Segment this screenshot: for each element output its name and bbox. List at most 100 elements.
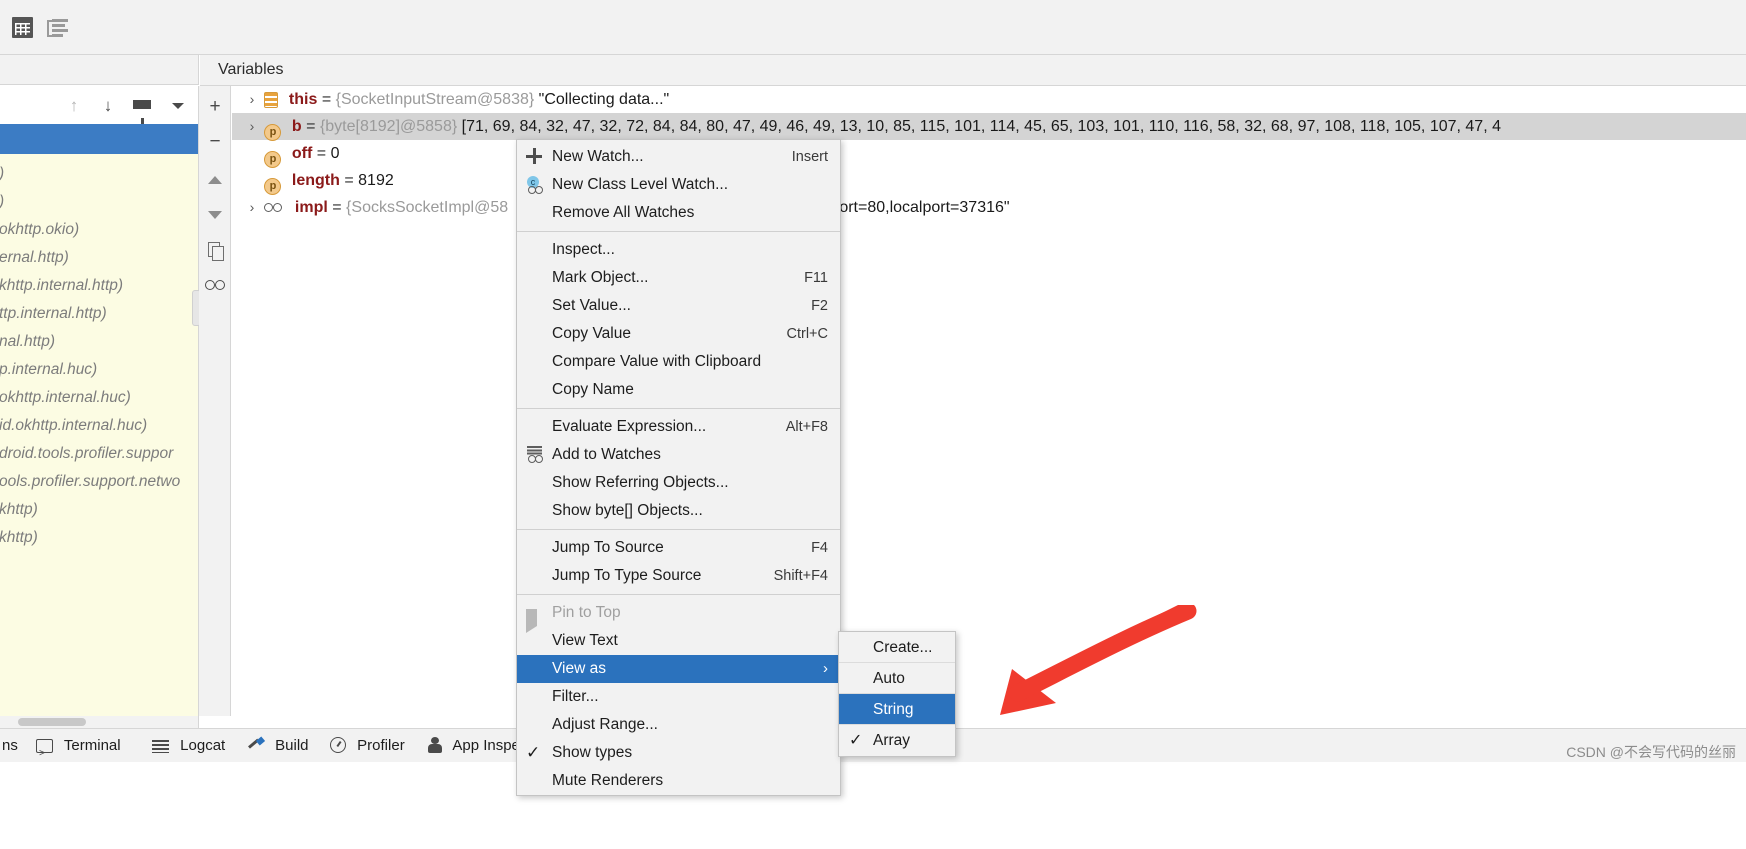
expand-chevron-icon[interactable]: › xyxy=(244,86,260,113)
menu-item-evaluate-expression[interactable]: Evaluate Expression... Alt+F8 xyxy=(517,413,840,441)
menu-item-set-value[interactable]: Set Value... F2 xyxy=(517,292,840,320)
menu-separator xyxy=(517,529,840,530)
list-item[interactable]: okhttp.okio) xyxy=(0,216,198,244)
move-watch-up-button[interactable] xyxy=(203,168,227,192)
table-row[interactable]: › p length = 8192 xyxy=(232,167,1746,195)
tab-terminal[interactable]: Terminal xyxy=(36,729,121,771)
menu-item-show-byte-objects[interactable]: Show byte[] Objects... xyxy=(517,497,840,525)
move-down-button[interactable]: ↓ xyxy=(96,94,120,118)
expand-chevron-icon[interactable]: › xyxy=(244,194,260,221)
move-watch-down-button[interactable] xyxy=(203,203,227,227)
grid-view-icon[interactable] xyxy=(12,17,34,39)
variable-name: b xyxy=(291,118,302,135)
watches-glasses-icon[interactable] xyxy=(203,273,227,297)
frames-selected-row[interactable] xyxy=(0,124,199,154)
view-as-submenu[interactable]: Create... Auto String ✓ Array xyxy=(838,631,956,757)
variable-equals: = xyxy=(316,145,331,162)
submenu-item-label: Create... xyxy=(873,639,933,656)
menu-item-view-text[interactable]: View Text xyxy=(517,627,840,655)
variables-tree[interactable]: › this = {SocketInputStream@5838} "Colle… xyxy=(232,86,1746,716)
submenu-item-string[interactable]: String xyxy=(839,694,955,725)
profiler-icon xyxy=(330,737,346,753)
variable-equals: = xyxy=(344,172,359,189)
frames-hscrollbar-thumb[interactable] xyxy=(18,718,86,726)
tab-logcat[interactable]: Logcat xyxy=(152,729,225,763)
menu-item-adjust-range[interactable]: Adjust Range... xyxy=(517,711,840,739)
tab-label: Terminal xyxy=(63,737,121,754)
menu-item-label: Jump To Source xyxy=(552,539,664,556)
tab-profiler[interactable]: Profiler xyxy=(330,729,405,763)
menu-item-compare-value-with-clipboard[interactable]: Compare Value with Clipboard xyxy=(517,348,840,376)
menu-item-inspect[interactable]: Inspect... xyxy=(517,236,840,264)
list-view-icon[interactable] xyxy=(47,18,69,40)
list-item[interactable]: id.okhttp.internal.huc) xyxy=(0,412,198,440)
menu-item-jump-to-source[interactable]: Jump To Source F4 xyxy=(517,534,840,562)
submenu-item-array[interactable]: ✓ Array xyxy=(839,725,955,756)
list-item[interactable]: khttp) xyxy=(0,496,198,524)
menu-item-new-watch[interactable]: New Watch... Insert xyxy=(517,143,840,171)
list-item[interactable]: okhttp.internal.huc) xyxy=(0,384,198,412)
list-item[interactable]: ) xyxy=(0,160,198,188)
duplicate-icon[interactable] xyxy=(203,238,227,262)
add-watch-button[interactable]: + xyxy=(203,95,227,119)
menu-item-mute-renderers[interactable]: Mute Renderers xyxy=(517,767,840,795)
list-item[interactable]: khttp) xyxy=(0,524,198,552)
menu-item-copy-name[interactable]: Copy Name xyxy=(517,376,840,404)
tab-build[interactable]: Build xyxy=(248,729,308,763)
menu-item-label: New Watch... xyxy=(552,148,644,165)
variable-value: 0 xyxy=(330,145,340,162)
menu-item-label: Mute Renderers xyxy=(552,772,664,789)
menu-item-shortcut: F2 xyxy=(811,298,828,314)
list-item[interactable]: ) xyxy=(0,188,198,216)
menu-separator xyxy=(517,408,840,409)
list-item[interactable]: ernal.http) xyxy=(0,244,198,272)
menu-item-jump-to-type-source[interactable]: Jump To Type Source Shift+F4 xyxy=(517,562,840,590)
list-item[interactable]: ttp.internal.http) xyxy=(0,300,198,328)
menu-item-label: View as xyxy=(552,660,606,677)
menu-item-show-referring-objects[interactable]: Show Referring Objects... xyxy=(517,469,840,497)
list-item[interactable]: droid.tools.profiler.suppor xyxy=(0,440,198,468)
menu-item-shortcut: F11 xyxy=(804,270,828,286)
menu-item-new-class-level-watch[interactable]: c New Class Level Watch... xyxy=(517,171,840,199)
primitive-field-icon: p xyxy=(264,124,282,141)
primitive-field-icon: p xyxy=(264,151,282,168)
tab-runs[interactable]: ns xyxy=(2,729,18,763)
tab-label: ns xyxy=(2,737,18,754)
expand-chevron-icon[interactable]: › xyxy=(244,113,260,140)
tab-app-inspection[interactable]: App Inspe xyxy=(428,729,520,763)
menu-item-mark-object[interactable]: Mark Object... F11 xyxy=(517,264,840,292)
table-row[interactable]: › impl = {SocksSocketImpl@58 .177.38,por… xyxy=(232,194,1746,221)
list-item[interactable]: nal.http) xyxy=(0,328,198,356)
menu-item-label: Evaluate Expression... xyxy=(552,418,707,435)
menu-item-copy-value[interactable]: Copy Value Ctrl+C xyxy=(517,320,840,348)
menu-item-view-as[interactable]: View as › xyxy=(517,655,840,683)
submenu-item-auto[interactable]: Auto xyxy=(839,663,955,694)
menu-item-label: New Class Level Watch... xyxy=(552,176,729,193)
submenu-item-create[interactable]: Create... xyxy=(839,632,955,663)
context-menu[interactable]: New Watch... Insert c New Class Level Wa… xyxy=(516,139,841,796)
menu-item-label: Show Referring Objects... xyxy=(552,474,729,491)
list-item[interactable]: ools.profiler.support.netwo xyxy=(0,468,198,496)
menu-item-add-to-watches[interactable]: Add to Watches xyxy=(517,441,840,469)
submenu-item-label: Auto xyxy=(873,670,905,687)
table-row[interactable]: › this = {SocketInputStream@5838} "Colle… xyxy=(232,86,1746,113)
list-item[interactable]: p.internal.huc) xyxy=(0,356,198,384)
tab-label: Profiler xyxy=(357,737,405,754)
move-up-button[interactable]: ↑ xyxy=(62,94,86,118)
more-options-icon[interactable] xyxy=(166,94,190,118)
filter-icon[interactable] xyxy=(130,94,154,124)
menu-item-shortcut: Insert xyxy=(791,149,828,165)
menu-item-label: Inspect... xyxy=(552,241,615,258)
frames-list[interactable]: ) ) okhttp.okio) ernal.http) khttp.inter… xyxy=(0,154,199,716)
menu-item-shortcut: F4 xyxy=(811,540,828,556)
menu-item-filter[interactable]: Filter... xyxy=(517,683,840,711)
table-row[interactable]: › p b = {byte[8192]@5858} [71, 69, 84, 3… xyxy=(232,113,1746,141)
remove-watch-button[interactable]: − xyxy=(203,130,227,154)
evaluate-icon xyxy=(526,418,544,436)
menu-item-label: Remove All Watches xyxy=(552,204,695,221)
menu-item-remove-all-watches[interactable]: Remove All Watches xyxy=(517,199,840,227)
watermark: CSDN @不会写代码的丝丽 xyxy=(1566,744,1736,760)
list-item[interactable]: khttp.internal.http) xyxy=(0,272,198,300)
table-row[interactable]: › p off = 0 xyxy=(232,140,1746,168)
menu-item-show-types[interactable]: ✓ Show types xyxy=(517,739,840,767)
